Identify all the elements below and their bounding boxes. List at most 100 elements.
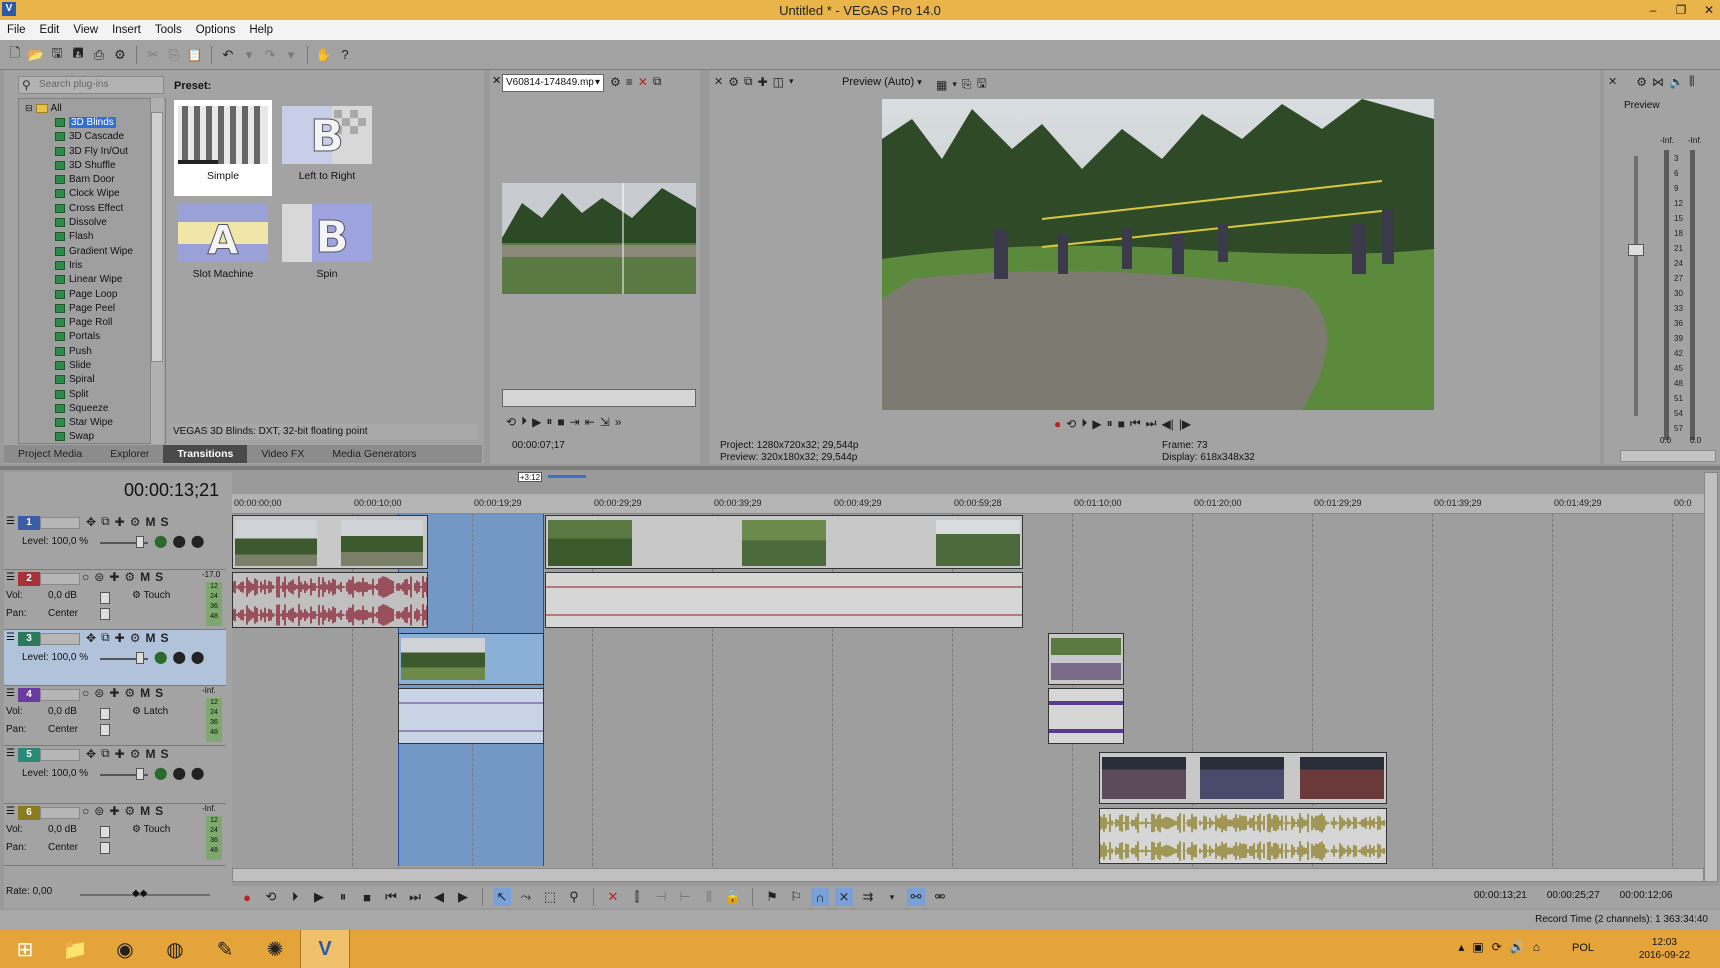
track-fx-icon[interactable]: ✚ xyxy=(109,570,119,584)
composite-mode-icon[interactable]: ⬤ xyxy=(154,766,167,780)
previous-frame-icon[interactable]: ◀| xyxy=(1161,417,1173,431)
add-to-timeline-icon[interactable]: ⇥ xyxy=(570,415,580,429)
gear-icon[interactable]: ⚙ xyxy=(130,631,141,645)
add-before-icon[interactable]: ⇤ xyxy=(585,415,595,429)
loop-icon[interactable]: ⟲ xyxy=(506,415,516,429)
close-button[interactable]: ✕ xyxy=(1702,3,1716,17)
tab-explorer[interactable]: Explorer xyxy=(96,445,163,463)
arm-record-icon[interactable]: ○ xyxy=(82,804,89,818)
file-explorer-icon[interactable]: 📁 xyxy=(50,930,100,968)
plugin-item[interactable]: Push xyxy=(25,344,165,358)
new-file-icon[interactable]: 🗋 xyxy=(6,45,24,64)
tree-scroll-thumb[interactable] xyxy=(151,112,163,362)
track-handle-icon[interactable]: ☰ xyxy=(6,632,15,643)
clear-trimmer-icon[interactable]: ✕ xyxy=(638,75,648,89)
volume-icon[interactable]: 🔊 xyxy=(1510,940,1525,954)
go-to-start-icon[interactable]: ⏮ xyxy=(1130,416,1141,431)
video-clip-track3-b[interactable] xyxy=(1048,633,1124,685)
pan-slider-handle[interactable] xyxy=(100,608,110,620)
master-fader-track[interactable] xyxy=(1634,156,1638,416)
plugin-item[interactable]: Spiral xyxy=(25,373,165,387)
arm-record-icon[interactable]: ○ xyxy=(82,570,89,584)
audio-clip-track6[interactable] xyxy=(1099,808,1387,864)
start-windows-icon[interactable]: ⊞ xyxy=(0,930,50,968)
paste-icon[interactable]: 📋 xyxy=(186,46,204,64)
play-icon[interactable]: ▶ xyxy=(1092,417,1101,431)
plugin-item[interactable]: Flash xyxy=(25,230,165,244)
track-name-field[interactable] xyxy=(40,573,80,585)
insert-marker-icon[interactable]: ⚑ xyxy=(763,888,781,906)
plugin-item[interactable]: Barn Door xyxy=(25,172,165,186)
close-preview-icon[interactable]: ✕ xyxy=(714,75,723,88)
paint-icon[interactable]: ✺ xyxy=(250,930,300,968)
track-handle-icon[interactable]: ☰ xyxy=(6,748,15,759)
track-motion-icon[interactable]: ✥ xyxy=(86,631,96,645)
gear-icon[interactable]: ⚙ xyxy=(124,804,135,818)
external-monitor-icon[interactable]: ⧉ xyxy=(744,74,753,89)
time-ruler[interactable]: 00:00:00;00 00:00:10;00 00:00:19;29 00:00:2… xyxy=(232,494,1704,514)
plugin-item[interactable]: Page Roll xyxy=(25,315,165,329)
undo-dropdown-icon[interactable]: ▾ xyxy=(240,46,258,64)
plugin-item[interactable]: Page Peel xyxy=(25,301,165,315)
loop-icon[interactable]: ⟲ xyxy=(262,888,280,906)
compositing-icon[interactable]: ⧉ xyxy=(101,630,110,645)
track-handle-icon[interactable]: ☰ xyxy=(6,572,15,583)
volume-slider-handle[interactable] xyxy=(100,708,110,720)
audio-clip-track2-b[interactable] xyxy=(545,572,1023,628)
timeline-horizontal-scrollbar[interactable] xyxy=(232,868,1704,882)
video-clip-track3-a[interactable] xyxy=(398,633,544,685)
lock-icon[interactable]: 🔒 xyxy=(724,888,742,906)
menu-options[interactable]: Options xyxy=(189,24,243,36)
audio-clip-track4-b[interactable] xyxy=(1048,688,1124,744)
render-icon[interactable]: ⎙ xyxy=(90,46,108,64)
plugin-search-input[interactable]: Search plug-ins xyxy=(18,76,164,94)
tab-transitions[interactable]: Transitions xyxy=(163,445,248,463)
play-icon[interactable]: ▶ xyxy=(310,888,328,906)
track-fx-icon[interactable]: ✚ xyxy=(109,686,119,700)
level-slider-handle[interactable] xyxy=(136,536,144,548)
selection-tool-icon[interactable]: ⬚ xyxy=(541,888,559,906)
track-header-5[interactable]: ☰ 5 ✥ ⧉ ✚ ⚙ M S Level: 100,0 % ⬤ ⬤ ⬤ xyxy=(4,746,226,804)
level-slider-handle[interactable] xyxy=(136,652,144,664)
solo-button[interactable]: S xyxy=(155,570,163,584)
play-icon[interactable]: ▶ xyxy=(532,415,541,429)
split-screen-icon[interactable]: ◫ xyxy=(773,75,784,89)
plugin-item[interactable]: Split xyxy=(25,387,165,401)
menu-edit[interactable]: Edit xyxy=(33,24,67,36)
mute-button[interactable]: M xyxy=(145,515,155,529)
chrome-icon[interactable]: ◉ xyxy=(100,930,150,968)
redo-dropdown-icon[interactable]: ▾ xyxy=(282,46,300,64)
tray-expand-icon[interactable]: ▴ xyxy=(1458,940,1464,954)
preset-left-to-right[interactable]: B Left to Right xyxy=(278,100,376,196)
video-clip-track5[interactable] xyxy=(1099,752,1387,804)
save-icon[interactable]: 🖫 xyxy=(48,45,66,64)
audio-clip-track4-a[interactable] xyxy=(398,688,544,744)
track-fx-icon[interactable]: ✚ xyxy=(115,631,125,645)
solo-button[interactable]: S xyxy=(155,686,163,700)
vegas-taskbar-icon[interactable]: V xyxy=(300,930,350,968)
go-to-end-icon[interactable]: ⏭ xyxy=(406,888,424,906)
whats-this-icon[interactable]: ✋ xyxy=(315,46,333,64)
delete-icon[interactable]: ✕ xyxy=(604,888,622,906)
plugin-item[interactable]: Slide xyxy=(25,358,165,372)
menu-view[interactable]: View xyxy=(66,24,105,36)
master-fx-icon[interactable]: ⋈ xyxy=(1652,75,1664,89)
mute-button[interactable]: M xyxy=(140,686,150,700)
plugin-item[interactable]: Clock Wipe xyxy=(25,187,165,201)
make-compositing-parent-icon[interactable]: ⬤ xyxy=(191,650,204,664)
ripple-edit-icon[interactable]: ⇉ xyxy=(859,888,877,906)
plugin-item[interactable]: Portals xyxy=(25,330,165,344)
go-to-end-icon[interactable]: ⏭ xyxy=(1146,416,1157,431)
play-from-start-icon[interactable]: ⏵ xyxy=(286,888,304,906)
track-name-field[interactable] xyxy=(40,749,80,761)
chevron-down-icon[interactable]: ▾ xyxy=(883,888,901,906)
automation-mode[interactable]: ⚙ Touch xyxy=(132,824,170,835)
firefox-icon[interactable]: ◍ xyxy=(150,930,200,968)
master-scrollbar[interactable] xyxy=(1620,450,1716,462)
snapping-icon[interactable]: ∩ xyxy=(811,888,829,906)
mute-button[interactable]: M xyxy=(140,804,150,818)
gear-icon[interactable]: ⚙ xyxy=(124,570,135,584)
menu-help[interactable]: Help xyxy=(242,24,280,36)
plugin-item[interactable]: 3D Cascade xyxy=(25,130,165,144)
zoom-tool-icon[interactable]: ⚲ xyxy=(565,888,583,906)
